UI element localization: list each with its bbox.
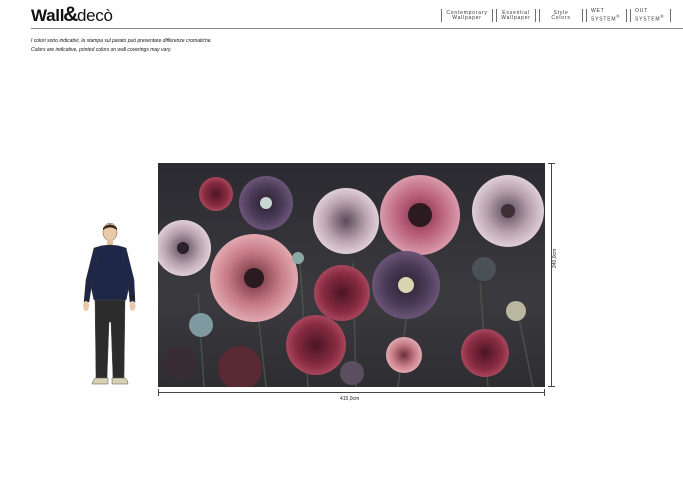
- logo-wall: Wall: [31, 6, 65, 25]
- person-scale-figure: [83, 222, 136, 385]
- header-divider: [31, 28, 683, 29]
- nav-style-colors[interactable]: Style Colors: [539, 9, 583, 22]
- nav-essential-wallpaper[interactable]: Essential Wallpaper: [496, 9, 536, 22]
- nav-item-line1: OUT SYSTEM®: [635, 7, 665, 23]
- nav-item-line2: Wallpaper: [452, 14, 482, 21]
- height-dimension-label: 240,0cm: [552, 248, 558, 268]
- color-disclaimer-en: Colors are indicative, printed colors on…: [31, 47, 172, 53]
- wallpaper-mural-image[interactable]: [158, 163, 545, 387]
- wall-and-deco-logo[interactable]: Wall & decò: [31, 3, 113, 26]
- nav-item-line2: Wallpaper: [501, 14, 531, 21]
- nav-contemporary-wallpaper[interactable]: Contemporary Wallpaper: [441, 9, 493, 22]
- nav-wet-system[interactable]: WET SYSTEM®: [586, 7, 627, 23]
- site-header: Wall & decò Contemporary Wallpaper Essenti…: [0, 0, 683, 28]
- logo-deco: decò: [77, 6, 113, 25]
- nav-item-line1: WET SYSTEM®: [591, 7, 621, 23]
- height-dimension-line: [548, 163, 555, 387]
- nav-item-line2: Colors: [551, 14, 571, 21]
- logo-ampersand: &: [63, 3, 78, 26]
- width-dimension-line: [158, 389, 545, 396]
- main-nav: Contemporary Wallpaper Essential Wallpap…: [441, 7, 671, 23]
- color-disclaimer-it: I colori sono indicativi, la stampa sul …: [31, 38, 212, 44]
- width-dimension-label: 415,0cm: [340, 396, 360, 402]
- nav-out-system[interactable]: OUT SYSTEM®: [630, 7, 671, 23]
